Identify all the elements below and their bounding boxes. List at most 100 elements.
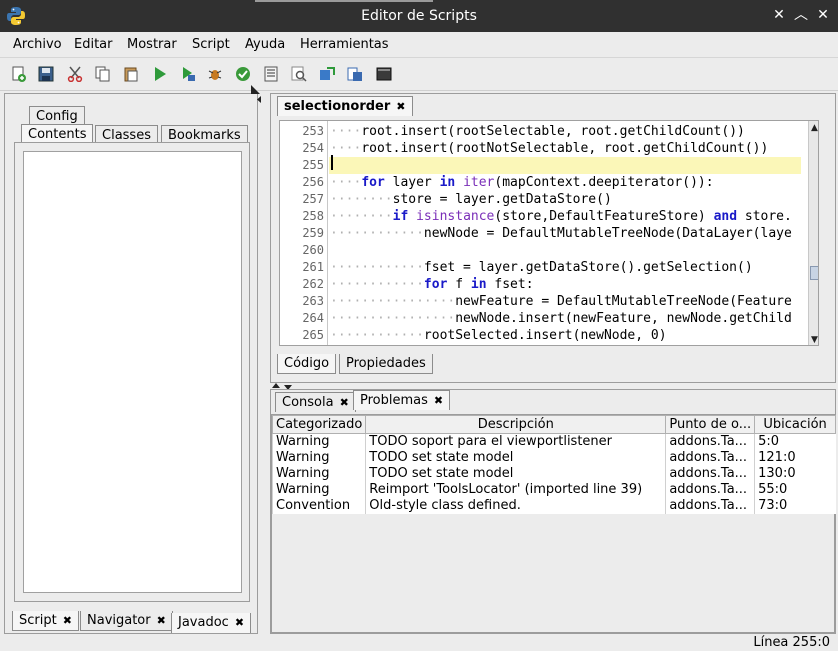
code-editor[interactable]: 253 254 255 256 257 258 259 260 261 262 263 264 265 … xyxy=(279,120,819,346)
close-icon[interactable]: ✖ xyxy=(157,614,166,627)
close-icon[interactable]: ✖ xyxy=(235,616,244,629)
code-line[interactable]: ············for f in fset: xyxy=(330,276,534,293)
table-cell: TODO set state model xyxy=(365,450,666,466)
code-line[interactable]: ········if isinstance(store,DefaultFeatu… xyxy=(330,208,792,225)
indent-guide: ···· xyxy=(330,141,362,156)
menu-script[interactable]: Script xyxy=(192,37,230,52)
table-cell: addons.Ta... xyxy=(665,482,755,498)
close-icon[interactable]: ✖ xyxy=(434,394,443,407)
new-script-icon[interactable] xyxy=(11,66,27,82)
indent-guide: ········ xyxy=(330,209,393,224)
table-cell: 73:0 xyxy=(754,498,836,514)
maximize-button[interactable]: ︿ xyxy=(792,6,810,24)
contents-panel xyxy=(14,142,250,602)
code-line[interactable]: ····root.insert(rootSelectable, root.get… xyxy=(330,123,745,140)
indent-guide: ············ xyxy=(330,226,424,241)
table-row[interactable]: Convention Old-style class defined. addons… xyxy=(271,498,836,514)
close-icon[interactable]: ✖ xyxy=(396,100,405,113)
table-cell: 130:0 xyxy=(754,466,836,482)
minimize-button[interactable]: ✕ xyxy=(770,6,788,24)
toolbar xyxy=(0,59,838,91)
tab-contents[interactable]: Contents xyxy=(21,124,94,144)
code-line[interactable]: ············fset = layer.getDataStore().… xyxy=(330,259,753,276)
tab-problemas[interactable]: Problemas ✖ xyxy=(353,390,451,410)
run-step-icon[interactable] xyxy=(180,66,196,82)
table-cell: TODO soport para el viewportlistener xyxy=(365,433,666,450)
vertical-scrollbar[interactable]: ▲ ▼ xyxy=(808,121,818,345)
code-line[interactable]: ············rootSelected.insert(newNode,… xyxy=(330,327,667,344)
column-header-categorizado[interactable]: Categorizado xyxy=(271,415,367,434)
tab-javadoc-label: Javadoc xyxy=(178,615,229,630)
jar-icon[interactable] xyxy=(347,66,363,82)
code-line[interactable]: ····root.insert(rootNotSelectable, root.… xyxy=(330,140,768,157)
tab-script[interactable]: Script ✖ xyxy=(12,611,79,631)
table-row[interactable]: Warning Reimport 'ToolsLocator' (imported… xyxy=(271,482,836,498)
table-row[interactable]: Warning TODO set state model addons.Ta... 1… xyxy=(271,466,836,482)
menu-editar[interactable]: Editar xyxy=(74,37,113,52)
cursor-position: Línea 255:0 xyxy=(753,635,830,650)
tab-codigo[interactable]: Código xyxy=(277,354,337,374)
table-cell: Warning xyxy=(271,466,366,482)
cut-icon[interactable] xyxy=(67,66,83,83)
save-icon[interactable] xyxy=(38,66,54,82)
code-line[interactable]: ············newNode = DefaultMutableTree… xyxy=(330,225,792,242)
table-row[interactable]: Warning TODO set state model addons.Ta... 1… xyxy=(271,450,836,466)
find-icon[interactable] xyxy=(291,66,307,82)
close-button[interactable]: ✕ xyxy=(814,6,832,24)
tab-navigator[interactable]: Navigator ✖ xyxy=(80,611,173,631)
code-line[interactable]: ····for layer in iter(mapContext.deepite… xyxy=(330,174,714,191)
menu-mostrar[interactable]: Mostrar xyxy=(127,37,177,52)
contents-tree[interactable] xyxy=(23,151,242,593)
indent-guide: ········ xyxy=(330,192,393,207)
code-line[interactable]: ················newNode.insert(newFeatur… xyxy=(330,310,792,327)
scroll-down-icon[interactable]: ▼ xyxy=(811,335,818,345)
status-bar: Línea 255:0 xyxy=(0,634,838,651)
tab-config[interactable]: Config xyxy=(29,106,85,125)
menu-herramientas[interactable]: Herramientas xyxy=(300,37,389,52)
check-icon[interactable] xyxy=(235,66,251,82)
column-header-punto[interactable]: Punto de o... xyxy=(665,415,756,434)
vertical-scroll-thumb[interactable] xyxy=(810,266,818,280)
copy-icon[interactable] xyxy=(95,66,111,82)
code-line[interactable] xyxy=(329,157,801,174)
text-caret xyxy=(331,155,333,170)
table-cell: 121:0 xyxy=(754,450,836,466)
menu-bar: Archivo Editar Mostrar Script Ayuda Herr… xyxy=(0,32,838,58)
replace-icon[interactable] xyxy=(319,66,335,82)
tab-javadoc[interactable]: Javadoc ✖ xyxy=(171,613,252,633)
tab-consola-label: Consola xyxy=(282,395,334,410)
table-cell: addons.Ta... xyxy=(665,433,755,450)
tab-selectionorder[interactable]: selectionorder ✖ xyxy=(277,96,413,116)
table-cell: Reimport 'ToolsLocator' (imported line 3… xyxy=(365,482,666,498)
column-header-descripcion[interactable]: Descripción xyxy=(365,415,667,434)
table-cell: addons.Ta... xyxy=(665,466,755,482)
table-cell: Warning xyxy=(271,482,366,498)
line-number: 264 xyxy=(302,311,324,325)
line-number-gutter: 253 254 255 256 257 258 259 260 261 262 263 264 265 xyxy=(280,121,328,345)
tab-propiedades[interactable]: Propiedades xyxy=(339,354,433,374)
table-cell: Old-style class defined. xyxy=(365,498,666,514)
tab-script-label: Script xyxy=(19,613,57,628)
code-line[interactable]: ········store = layer.getDataStore() xyxy=(330,191,612,208)
column-header-ubicacion[interactable]: Ubicación xyxy=(754,415,836,434)
code-line[interactable]: ················newFeature = DefaultMuta… xyxy=(330,293,792,310)
indent-guide: ················ xyxy=(330,294,456,309)
debug-icon[interactable] xyxy=(207,66,223,82)
code-text: for layer in iter(mapContext.deepiterato… xyxy=(361,175,714,190)
run-icon[interactable] xyxy=(152,66,168,82)
line-number: 260 xyxy=(302,243,324,257)
tab-consola[interactable]: Consola ✖ xyxy=(275,392,356,412)
paste-icon[interactable] xyxy=(123,66,139,82)
table-empty-area xyxy=(272,538,834,632)
list-icon[interactable] xyxy=(263,66,279,82)
table-row[interactable]: Warning TODO soport para el viewportliste… xyxy=(271,433,836,450)
indent-guide: ············ xyxy=(330,260,424,275)
scroll-up-icon[interactable]: ▲ xyxy=(811,123,818,133)
menu-ayuda[interactable]: Ayuda xyxy=(245,37,285,52)
close-icon[interactable]: ✖ xyxy=(63,614,72,627)
close-icon[interactable]: ✖ xyxy=(340,396,349,409)
code-text: store = layer.getDataStore() xyxy=(392,192,612,207)
menu-archivo[interactable]: Archivo xyxy=(13,37,62,52)
splitter-arrow-icon[interactable] xyxy=(250,84,262,104)
console-icon[interactable] xyxy=(376,66,392,82)
